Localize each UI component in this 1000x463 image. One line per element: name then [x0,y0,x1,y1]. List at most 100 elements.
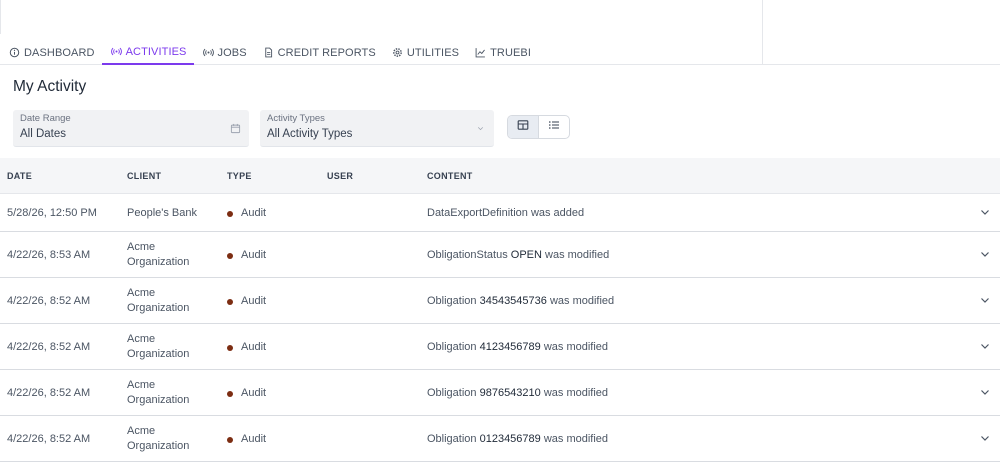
content-text: Obligation [427,295,480,307]
tab-label: ACTIVITIES [125,45,187,58]
row-content: ObligationStatus OPEN was modified [427,248,609,263]
activity-types-select[interactable]: Activity Types All Activity Types [260,110,494,147]
chevron-down-icon[interactable] [979,432,991,444]
content-value: OPEN [510,249,542,261]
content-text: was modified [546,295,615,307]
date-range-label: Date Range [20,113,71,124]
gear-icon [392,47,403,58]
row-client: Acme Organization [127,333,190,360]
row-content: Obligation 0123456789 was modified [427,432,608,447]
line-chart-icon [475,47,486,58]
chevron-down-icon[interactable] [979,386,991,398]
tab-dashboard[interactable]: DASHBOARD [0,40,102,65]
column-header-client[interactable]: CLIENT [127,171,161,181]
grid-view-icon [517,118,529,136]
column-header-user[interactable]: USER [327,171,353,181]
chevron-down-icon [474,122,486,134]
status-dot [227,390,233,397]
row-date: 4/22/26, 8:52 AM [7,433,91,445]
table-header: DATE CLIENT TYPE USER CONTENT [0,158,1000,194]
tab-label: CREDIT REPORTS [277,46,376,59]
broadcast-icon [110,46,122,57]
table-row[interactable]: 4/22/26, 8:53 AM Acme Organization Audit… [0,232,1000,278]
tab-credit-reports[interactable]: CREDIT REPORTS [254,40,383,65]
row-date: 4/22/26, 8:52 AM [7,387,91,399]
table-row[interactable]: 4/22/26, 8:52 AM Acme Organization Audit… [0,416,1000,462]
status-dot [227,436,233,443]
tab-utilities[interactable]: UTILITIES [383,40,466,65]
column-header-type[interactable]: TYPE [227,171,252,181]
status-dot [227,298,233,305]
list-view-button[interactable] [539,116,569,138]
date-range-filter[interactable]: Date Range All Dates [13,110,249,147]
list-view-icon [548,118,560,136]
tab-label: JOBS [217,46,247,59]
content-value: 34543545736 [479,295,547,307]
date-range-value: All Dates [20,128,67,140]
row-type-label: Audit [241,295,267,307]
table-row[interactable]: 4/22/26, 8:52 AM Acme Organization Audit… [0,324,1000,370]
status-dot [227,252,233,259]
row-type: Audit [227,340,266,355]
table-row[interactable]: 5/28/26, 12:50 PM People's Bank Audit Da… [0,194,1000,232]
row-type: Audit [227,294,266,309]
row-date: 4/22/26, 8:52 AM [7,341,91,353]
content-value: 9876543210 [479,387,541,399]
activity-types-value: All Activity Types [267,128,353,140]
row-type: Audit [227,386,266,401]
row-type: Audit [227,206,266,221]
table-row[interactable]: 4/22/26, 8:52 AM Acme Organization Audit… [0,278,1000,324]
view-toggle [507,115,570,139]
content-text: DataExportDefinition was added [427,207,585,219]
tab-truebi[interactable]: TRUEBI [466,40,538,65]
chevron-down-icon[interactable] [979,340,991,352]
row-client: People's Bank [127,207,197,219]
row-type-label: Audit [241,433,267,445]
divider [0,0,1,34]
main-nav: DASHBOARD ACTIVITIES JOBS CREDIT REPORTS… [0,40,538,65]
row-type-label: Audit [241,249,267,261]
content-text: ObligationStatus [427,249,511,261]
content-text: was modified [540,387,609,399]
row-client: Acme Organization [127,379,190,406]
content-text: was modified [540,433,609,445]
tab-jobs[interactable]: JOBS [194,40,254,65]
activity-types-label: Activity Types [267,113,325,124]
row-content: DataExportDefinition was added [427,206,584,221]
row-date: 5/28/26, 12:50 PM [7,207,97,219]
row-client: Acme Organization [127,241,190,268]
row-type: Audit [227,432,266,447]
row-date: 4/22/26, 8:53 AM [7,249,91,261]
row-content: Obligation 9876543210 was modified [427,386,608,401]
content-text: was modified [540,341,609,353]
chevron-down-icon[interactable] [979,248,991,260]
status-dot [227,344,233,351]
column-header-content[interactable]: CONTENT [427,171,473,181]
row-date: 4/22/26, 8:52 AM [7,295,91,307]
table-row[interactable]: 4/22/26, 8:52 AM Acme Organization Audit… [0,370,1000,416]
column-header-date[interactable]: DATE [7,171,32,181]
content-text: Obligation [427,341,480,353]
broadcast-icon [202,47,214,58]
row-client: Acme Organization [127,425,190,452]
chevron-down-icon[interactable] [979,294,991,306]
tab-activities[interactable]: ACTIVITIES [101,40,194,65]
grid-view-button[interactable] [508,116,539,138]
content-text: Obligation [427,433,480,445]
info-circle-icon [9,47,20,58]
row-type-label: Audit [241,207,267,219]
calendar-icon [229,122,241,134]
top-bar: DASHBOARD ACTIVITIES JOBS CREDIT REPORTS… [0,0,1000,65]
tab-label: DASHBOARD [24,46,95,59]
document-icon [263,47,274,58]
activity-table: DATE CLIENT TYPE USER CONTENT 5/28/26, 1… [0,158,1000,462]
content-text: Obligation [427,387,480,399]
chevron-down-icon[interactable] [979,206,991,218]
row-type-label: Audit [241,387,267,399]
row-type-label: Audit [241,341,267,353]
content-text: was modified [541,249,610,261]
tab-label: UTILITIES [406,46,460,59]
row-type: Audit [227,248,266,263]
row-content: Obligation 34543545736 was modified [427,294,614,309]
tab-label: TRUEBI [490,46,532,59]
